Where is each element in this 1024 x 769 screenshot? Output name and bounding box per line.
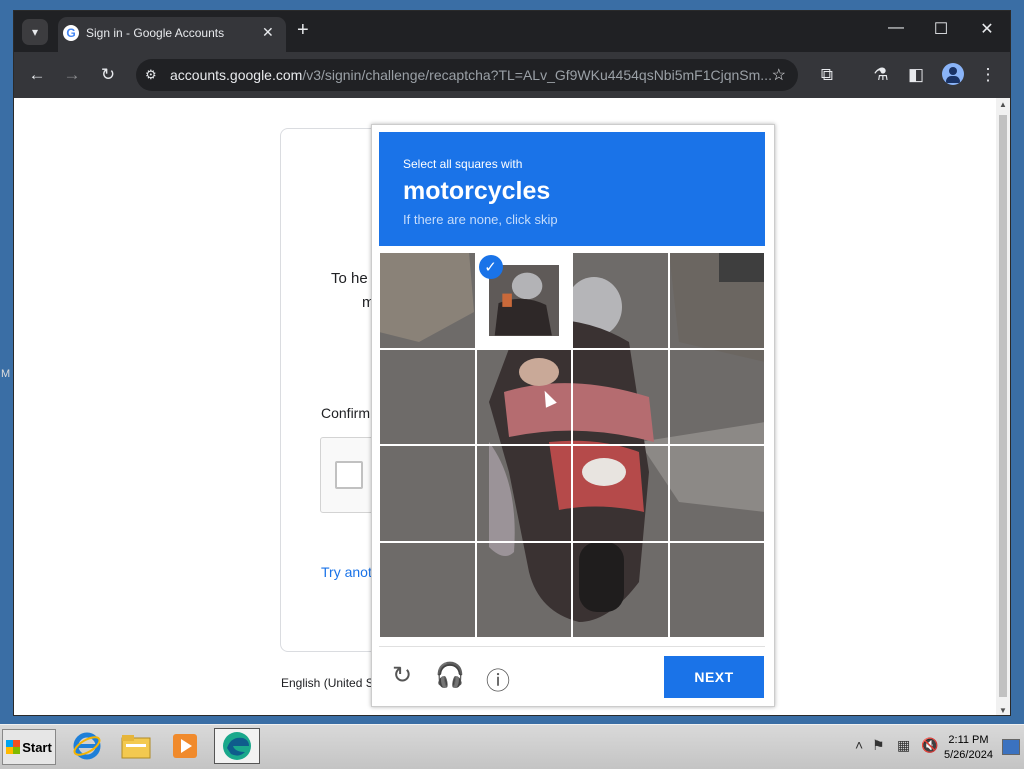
captcha-tile[interactable]	[668, 348, 765, 445]
side-panel-icon[interactable]: ◧	[905, 64, 927, 86]
site-info-icon[interactable]: ⚙	[145, 67, 157, 83]
captcha-tile[interactable]	[379, 445, 476, 542]
forward-icon[interactable]: →	[61, 64, 83, 86]
show-hidden-icons[interactable]: ˄	[855, 737, 863, 753]
recaptcha-checkbox[interactable]	[335, 461, 363, 489]
captcha-tile[interactable]	[572, 445, 669, 542]
windows-logo-icon	[6, 740, 21, 754]
network-icon[interactable]: ▦	[897, 737, 910, 754]
scrollbar-thumb[interactable]	[999, 115, 1007, 697]
taskbar: Start ˄ ⚑ ▦ 🔇 2:11 PM 5/26/2024	[0, 724, 1024, 769]
captcha-tile[interactable]	[668, 541, 765, 638]
clock-date: 5/26/2024	[944, 749, 993, 761]
captcha-tile[interactable]	[572, 348, 669, 445]
chevron-down-icon: ▾	[31, 25, 39, 39]
maximize-icon[interactable]: ☐	[929, 19, 953, 39]
captcha-tile[interactable]	[475, 348, 572, 445]
vertical-scrollbar[interactable]: ▲ ▼	[996, 98, 1010, 715]
url-text[interactable]: accounts.google.com/v3/signin/challenge/…	[170, 67, 772, 83]
volume-muted-icon[interactable]: 🔇	[921, 737, 938, 754]
signin-text-fragment: To he	[331, 270, 368, 287]
confirm-text: Confirm	[321, 405, 371, 421]
challenge-footer: ↻ 🎧 ⓘ NEXT	[379, 646, 765, 701]
media-player-icon[interactable]	[168, 730, 202, 762]
captcha-tile[interactable]	[572, 252, 669, 349]
browser-toolbar: ← → ↻ ⚙ accounts.google.com/v3/signin/ch…	[14, 52, 1010, 98]
tab-title: Sign in - Google Accounts	[86, 26, 225, 40]
info-icon[interactable]: ⓘ	[483, 661, 513, 696]
reload-challenge-icon[interactable]: ↻	[387, 661, 417, 690]
captcha-tile[interactable]	[379, 348, 476, 445]
tab-close-icon[interactable]: ✕	[262, 24, 274, 41]
url-domain: accounts.google.com	[170, 67, 303, 83]
tab-active[interactable]: G Sign in - Google Accounts ✕	[58, 17, 286, 52]
menu-kebab-icon[interactable]: ⋮	[977, 64, 999, 86]
desktop-edge-text: M	[1, 368, 11, 380]
profile-avatar-icon[interactable]	[942, 63, 964, 85]
challenge-grid: ✓	[379, 252, 765, 638]
reload-icon[interactable]: ↻	[97, 64, 119, 86]
captcha-tile[interactable]: ✓	[475, 252, 572, 349]
start-label: Start	[22, 739, 52, 755]
language-selector[interactable]: English (United S	[281, 676, 374, 690]
minimize-icon[interactable]: —	[884, 19, 908, 37]
scroll-down-icon[interactable]: ▼	[999, 706, 1007, 715]
system-clock[interactable]: 2:11 PM 5/26/2024	[944, 733, 993, 763]
audio-challenge-icon[interactable]: 🎧	[435, 661, 465, 690]
captcha-tile[interactable]	[379, 541, 476, 638]
checkmark-icon: ✓	[478, 255, 503, 279]
scroll-up-icon[interactable]: ▲	[999, 100, 1007, 109]
back-icon[interactable]: ←	[26, 64, 48, 86]
captcha-tile[interactable]	[668, 445, 765, 542]
try-another-way-link[interactable]: Try anot	[321, 564, 372, 580]
captcha-tile[interactable]	[572, 541, 669, 638]
tab-strip: ▾ G Sign in - Google Accounts ✕ + — ☐ ✕	[14, 11, 1010, 52]
recaptcha-challenge: Select all squares with motorcycles If t…	[371, 124, 775, 707]
show-desktop-button[interactable]	[1002, 739, 1020, 755]
challenge-instruction: Select all squares with	[403, 157, 523, 171]
action-center-flag-icon[interactable]: ⚑	[872, 737, 885, 754]
captcha-tile[interactable]	[475, 445, 572, 542]
file-explorer-icon[interactable]	[119, 730, 153, 762]
address-bar[interactable]: ⚙ accounts.google.com/v3/signin/challeng…	[136, 59, 798, 91]
new-tab-button[interactable]: +	[297, 19, 309, 41]
captcha-tile[interactable]	[475, 541, 572, 638]
captcha-tile[interactable]	[379, 252, 476, 349]
bookmark-star-icon[interactable]: ☆	[772, 65, 786, 85]
start-button[interactable]: Start	[2, 729, 56, 765]
captcha-tile[interactable]	[668, 252, 765, 349]
internet-explorer-icon[interactable]	[70, 730, 104, 762]
clock-time: 2:11 PM	[948, 734, 989, 746]
challenge-header: Select all squares with motorcycles If t…	[379, 132, 765, 246]
extensions-icon[interactable]: ⧉	[816, 64, 838, 86]
challenge-hint: If there are none, click skip	[403, 212, 558, 227]
next-button[interactable]: NEXT	[664, 656, 764, 698]
tab-search-button[interactable]: ▾	[22, 19, 48, 45]
edge-browser-taskbar-icon[interactable]	[214, 728, 260, 764]
google-favicon-icon: G	[63, 25, 79, 41]
close-window-icon[interactable]: ✕	[975, 19, 999, 39]
challenge-target: motorcycles	[403, 177, 551, 205]
labs-flask-icon[interactable]: ⚗	[870, 64, 892, 86]
url-path: /v3/signin/challenge/recaptcha?TL=ALv_Gf…	[302, 67, 772, 83]
